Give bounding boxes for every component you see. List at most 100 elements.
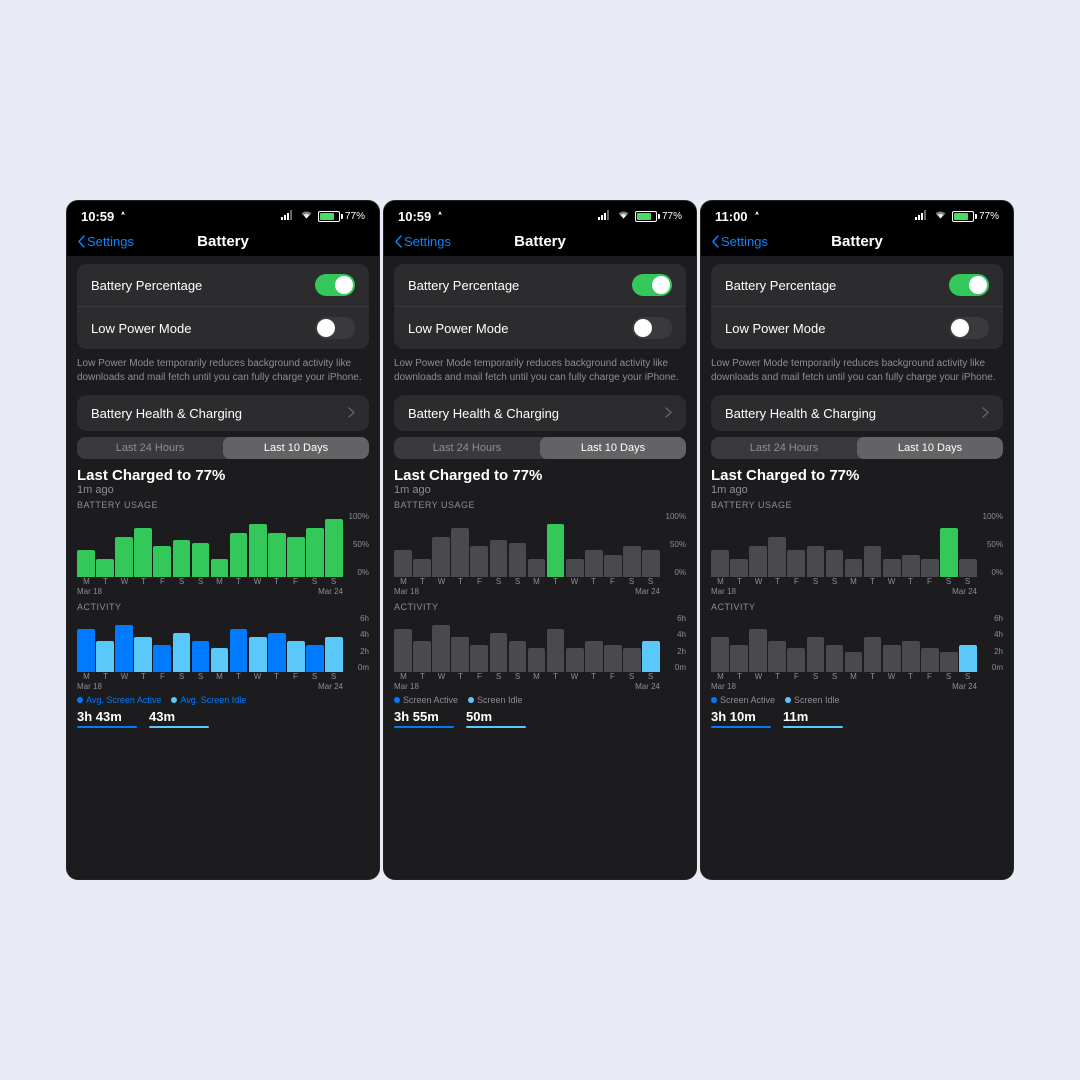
low-power-mode-toggle[interactable] (949, 317, 989, 339)
time-text: 10:59 (81, 209, 114, 224)
back-label: Settings (87, 234, 134, 249)
y-label-100: 100% (983, 512, 1003, 521)
battery-chart-wrap: 100% 50% 0% (711, 512, 1003, 577)
status-icons: 77% (915, 207, 999, 225)
battery-percentage-toggle[interactable] (315, 274, 355, 296)
act-date-start: Mar 18 (394, 682, 419, 691)
phone-2: 10:59 77% (383, 200, 697, 880)
toggle-knob (969, 276, 987, 294)
legend-dot (394, 697, 400, 703)
screen-active-bar (711, 726, 771, 728)
charge-sub: 1m ago (394, 484, 686, 496)
date-start: Mar 18 (77, 587, 102, 596)
screen-idle-item: 43m (149, 709, 209, 728)
y-4h: 4h (360, 630, 369, 639)
status-time: 10:59 (81, 209, 127, 224)
description-text: Low Power Mode temporarily reduces backg… (701, 353, 1013, 391)
act-date-end: Mar 24 (952, 682, 977, 691)
y-label-50: 50% (987, 540, 1003, 549)
low-power-mode-toggle[interactable] (315, 317, 355, 339)
battery-outline (318, 211, 340, 222)
battery-health-label: Battery Health & Charging (408, 406, 559, 421)
time-10d-btn[interactable]: Last 10 Days (223, 437, 369, 459)
screen-idle-value: 11m (783, 709, 843, 724)
chart-legend: Avg. Screen Active Avg. Screen Idle (67, 691, 379, 707)
status-icons: 77% (281, 207, 365, 225)
screen-active-value: 3h 43m (77, 709, 137, 724)
charge-title: Last Charged to 77% (711, 467, 1003, 484)
battery-health-row[interactable]: Battery Health & Charging (394, 395, 686, 431)
time-10d-btn[interactable]: Last 10 Days (857, 437, 1003, 459)
activity-y-labels: 6h 4h 2h 0m (358, 614, 369, 672)
nav-bar: Settings Battery (67, 229, 379, 256)
activity-chart-wrap: 6h 4h 2h 0m (394, 614, 686, 672)
date-range: Mar 18 Mar 24 (394, 587, 686, 596)
y-label-50: 50% (353, 540, 369, 549)
screen-active-value: 3h 10m (711, 709, 771, 724)
low-power-mode-toggle[interactable] (632, 317, 672, 339)
battery-percentage-toggle[interactable] (949, 274, 989, 296)
activity-y-labels: 6h 4h 2h 0m (675, 614, 686, 672)
charge-title: Last Charged to 77% (77, 467, 369, 484)
y-0m: 0m (675, 663, 686, 672)
nav-title: Battery (831, 233, 883, 250)
time-24h-btn[interactable]: Last 24 Hours (394, 437, 540, 459)
back-button[interactable]: Settings (77, 234, 134, 249)
low-power-mode-label: Low Power Mode (91, 321, 191, 336)
activity-label: ACTIVITY (711, 602, 1003, 612)
screen-idle-value: 43m (149, 709, 209, 724)
settings-section: Battery Percentage Low Power Mode (394, 264, 686, 349)
nav-bar: Settings Battery (384, 229, 696, 256)
time-24h-btn[interactable]: Last 24 Hours (77, 437, 223, 459)
status-time: 11:00 (715, 209, 761, 224)
screen-times: 3h 43m 43m (67, 707, 379, 728)
back-label: Settings (404, 234, 451, 249)
signal-icon (281, 207, 295, 225)
y-label-0: 0% (357, 568, 369, 577)
back-button[interactable]: Settings (394, 234, 451, 249)
toggle-knob (652, 276, 670, 294)
x-labels: MTWTFSSMTWTFSS (77, 577, 369, 586)
signal-icon (598, 207, 612, 225)
battery-usage-section: BATTERY USAGE 100% 50% 0% MTWTFSSMTWTFSS… (67, 498, 379, 596)
battery-percentage-toggle[interactable] (632, 274, 672, 296)
activity-x-labels: MTWTFSSMTWTFSS (711, 672, 1003, 681)
battery-outline (952, 211, 974, 222)
location-icon (753, 209, 761, 224)
time-24h-btn[interactable]: Last 24 Hours (711, 437, 857, 459)
back-button[interactable]: Settings (711, 234, 768, 249)
charge-info: Last Charged to 77% 1m ago (701, 463, 1013, 498)
phone-1: 10:59 77% (66, 200, 380, 880)
y-label-0: 0% (991, 568, 1003, 577)
y-4h: 4h (994, 630, 1003, 639)
time-10d-btn[interactable]: Last 10 Days (540, 437, 686, 459)
screen-active-bar (77, 726, 137, 728)
battery-fill (954, 213, 968, 220)
time-text: 11:00 (715, 209, 748, 224)
content: Battery Percentage Low Power Mode Low Po… (384, 256, 696, 879)
battery-health-label: Battery Health & Charging (725, 406, 876, 421)
screen-idle-bar (466, 726, 526, 728)
screen-active-item: 3h 43m (77, 709, 137, 728)
legend-dot (171, 697, 177, 703)
time-selector: Last 24 Hours Last 10 Days (711, 437, 1003, 459)
time-text: 10:59 (398, 209, 431, 224)
charge-sub: 1m ago (77, 484, 369, 496)
low-power-mode-row: Low Power Mode (711, 306, 1003, 349)
legend-item: Screen Idle (785, 695, 840, 705)
legend-item: Screen Idle (468, 695, 523, 705)
y-label-100: 100% (666, 512, 686, 521)
act-date-end: Mar 24 (318, 682, 343, 691)
nav-title: Battery (197, 233, 249, 250)
battery-usage-label: BATTERY USAGE (394, 500, 686, 510)
chevron-right-icon (982, 405, 989, 421)
location-icon (436, 209, 444, 224)
battery-health-row[interactable]: Battery Health & Charging (711, 395, 1003, 431)
legend-dot (468, 697, 474, 703)
battery-health-row[interactable]: Battery Health & Charging (77, 395, 369, 431)
chart-legend: Screen Active Screen Idle (384, 691, 696, 707)
toggle-knob (317, 319, 335, 337)
screen-idle-bar (783, 726, 843, 728)
legend-label: Screen Active (720, 695, 775, 705)
nav-title: Battery (514, 233, 566, 250)
